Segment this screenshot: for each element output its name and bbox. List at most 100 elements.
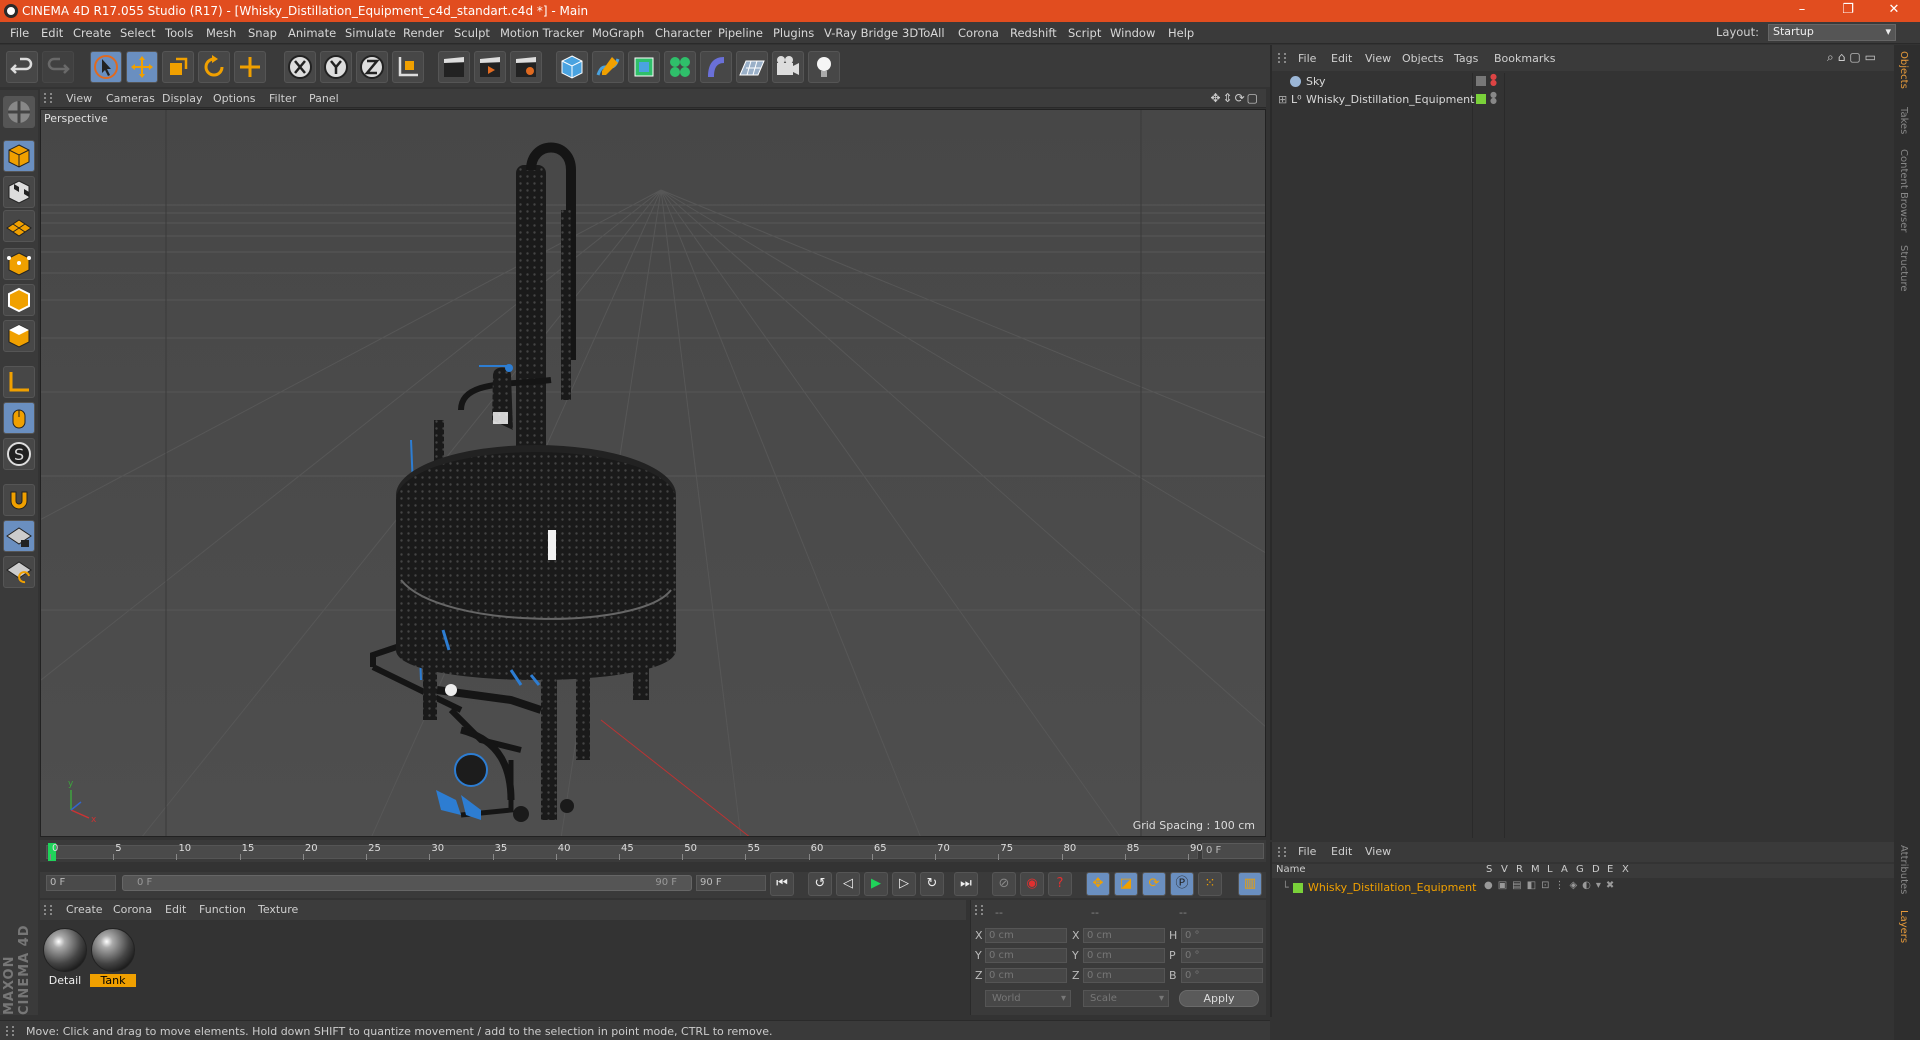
- objects-menu-file[interactable]: File: [1298, 52, 1316, 65]
- menu-simulate[interactable]: Simulate: [345, 26, 396, 40]
- menu-edit[interactable]: Edit: [41, 26, 63, 40]
- texture-mode-button[interactable]: [3, 176, 35, 208]
- tab-layers[interactable]: Layers: [1898, 910, 1909, 943]
- render-settings-button[interactable]: [510, 51, 542, 83]
- render-view-button[interactable]: [438, 51, 470, 83]
- menu-pipeline[interactable]: Pipeline: [718, 26, 763, 40]
- menu-motion-tracker[interactable]: Motion Tracker: [500, 26, 584, 40]
- magnet-button[interactable]: [3, 484, 35, 516]
- make-editable-button[interactable]: [3, 96, 35, 128]
- size-y-field[interactable]: 0 cm: [1083, 948, 1165, 963]
- key-pla-button[interactable]: ⁙: [1198, 872, 1222, 896]
- previous-keyframe-button[interactable]: ↺: [808, 872, 832, 896]
- timeline-ruler[interactable]: 0 5 10 15 20 25 30 35 40 45 50 55 60 65 70 75 80 85 90 0 F: [40, 840, 1266, 862]
- viewport-menu-view[interactable]: View: [66, 92, 92, 105]
- rotate-tool-button[interactable]: [198, 51, 230, 83]
- workplane-rotate-button[interactable]: [3, 556, 35, 588]
- visibility-dots-icon[interactable]: ● ●: [1490, 91, 1497, 105]
- x-axis-lock-button[interactable]: [284, 51, 316, 83]
- menu-script[interactable]: Script: [1068, 26, 1101, 40]
- objects-menu-view[interactable]: View: [1365, 52, 1391, 65]
- workplane-mode-button[interactable]: [3, 210, 35, 242]
- material-menu-create[interactable]: Create: [66, 903, 103, 916]
- expand-icon[interactable]: ⊞: [1278, 91, 1287, 109]
- start-frame-field[interactable]: 0 F: [46, 875, 116, 891]
- transform-mode-select[interactable]: Scale ▾: [1083, 990, 1169, 1007]
- perspective-viewport[interactable]: y x Perspective Grid Spacing : 100 cm: [40, 109, 1266, 837]
- redo-button[interactable]: [42, 51, 74, 83]
- tweak-mode-button[interactable]: [3, 402, 35, 434]
- model-mode-button[interactable]: [3, 140, 35, 172]
- key-parameter-button[interactable]: Ⓟ: [1170, 872, 1194, 896]
- polygons-mode-button[interactable]: [3, 320, 35, 352]
- y-axis-lock-button[interactable]: [320, 51, 352, 83]
- object-row-sky[interactable]: Sky: [1276, 73, 1472, 91]
- coordinate-mode-select[interactable]: World ▾: [985, 990, 1071, 1007]
- material-detail[interactable]: Detail: [42, 928, 88, 987]
- material-tank[interactable]: Tank: [90, 928, 136, 987]
- key-scale-button[interactable]: ◪: [1114, 872, 1138, 896]
- menu-vray-bridge[interactable]: V-Ray Bridge: [824, 26, 898, 40]
- objects-menu-bookmarks[interactable]: Bookmarks: [1494, 52, 1555, 65]
- keyframe-selection-button[interactable]: ?: [1048, 872, 1072, 896]
- viewport-menu-display[interactable]: Display: [162, 92, 203, 105]
- timeline-scheme-button[interactable]: ▥: [1238, 872, 1262, 896]
- menu-corona[interactable]: Corona: [958, 26, 999, 40]
- search-home-icons[interactable]: ⌕⌂▢▭: [1827, 50, 1880, 65]
- menu-snap[interactable]: Snap: [248, 26, 277, 40]
- position-y-field[interactable]: 0 cm: [985, 948, 1067, 963]
- visibility-dots-icon[interactable]: ● ●: [1490, 73, 1497, 87]
- previous-frame-button[interactable]: ◁: [836, 872, 860, 896]
- layout-select[interactable]: Startup ▾: [1768, 24, 1896, 41]
- scale-tool-button[interactable]: [162, 51, 194, 83]
- key-rotation-button[interactable]: ⟳: [1142, 872, 1166, 896]
- end-frame-field[interactable]: 90 F: [696, 875, 766, 891]
- render-to-picture-viewer-button[interactable]: [474, 51, 506, 83]
- coordinate-system-button[interactable]: [392, 51, 424, 83]
- menu-help[interactable]: Help: [1168, 26, 1194, 40]
- go-to-end-button[interactable]: ⏭: [954, 872, 978, 896]
- close-button[interactable]: ✕: [1876, 2, 1912, 20]
- layer-toggle-icons[interactable]: ●▣▤◧⊡⋮◈◐▾✖: [1484, 880, 1619, 891]
- material-menu-texture[interactable]: Texture: [258, 903, 298, 916]
- restore-button[interactable]: ❐: [1830, 2, 1866, 20]
- size-x-field[interactable]: 0 cm: [1083, 928, 1165, 943]
- layers-menu-view[interactable]: View: [1365, 845, 1391, 858]
- snapping-button[interactable]: S: [3, 438, 35, 470]
- points-mode-button[interactable]: [3, 248, 35, 280]
- layer-row[interactable]: └ Whisky_Distillation_Equipment ●▣▤◧⊡⋮◈◐…: [1272, 880, 1872, 896]
- play-button[interactable]: ▶: [864, 872, 888, 896]
- z-axis-lock-button[interactable]: [356, 51, 388, 83]
- menu-sculpt[interactable]: Sculpt: [454, 26, 490, 40]
- position-z-field[interactable]: 0 cm: [985, 968, 1067, 983]
- add-light-button[interactable]: [808, 51, 840, 83]
- go-to-start-button[interactable]: ⏮: [770, 872, 794, 896]
- tab-takes[interactable]: Takes: [1898, 107, 1909, 134]
- viewport-nav-icons[interactable]: ✥⇕⟳▢: [1210, 91, 1260, 105]
- material-menu-edit[interactable]: Edit: [165, 903, 186, 916]
- live-selection-button[interactable]: [90, 51, 122, 83]
- menu-3dtoall[interactable]: 3DToAll: [902, 26, 945, 40]
- menu-render[interactable]: Render: [403, 26, 444, 40]
- viewport-menu-options[interactable]: Options: [213, 92, 255, 105]
- recent-tool-button[interactable]: [234, 51, 266, 83]
- next-keyframe-button[interactable]: ↻: [920, 872, 944, 896]
- record-keys-button[interactable]: ⊘: [992, 872, 1016, 896]
- add-mograph-button[interactable]: [664, 51, 696, 83]
- material-menu-function[interactable]: Function: [199, 903, 246, 916]
- layers-menu-file[interactable]: File: [1298, 845, 1316, 858]
- viewport-menu-filter[interactable]: Filter: [269, 92, 296, 105]
- objects-menu-objects[interactable]: Objects: [1402, 52, 1444, 65]
- position-x-field[interactable]: 0 cm: [985, 928, 1067, 943]
- menu-tools[interactable]: Tools: [165, 26, 193, 40]
- menu-file[interactable]: File: [10, 26, 29, 40]
- layers-menu-edit[interactable]: Edit: [1331, 845, 1352, 858]
- viewport-menu-panel[interactable]: Panel: [309, 92, 339, 105]
- add-cube-button[interactable]: [556, 51, 588, 83]
- layer-color-swatch[interactable]: [1293, 883, 1303, 893]
- menu-create[interactable]: Create: [73, 26, 111, 40]
- frame-range-slider[interactable]: 0 F 90 F: [122, 875, 692, 891]
- key-position-button[interactable]: ✥: [1086, 872, 1110, 896]
- menu-character[interactable]: Character: [655, 26, 712, 40]
- add-floor-button[interactable]: [736, 51, 768, 83]
